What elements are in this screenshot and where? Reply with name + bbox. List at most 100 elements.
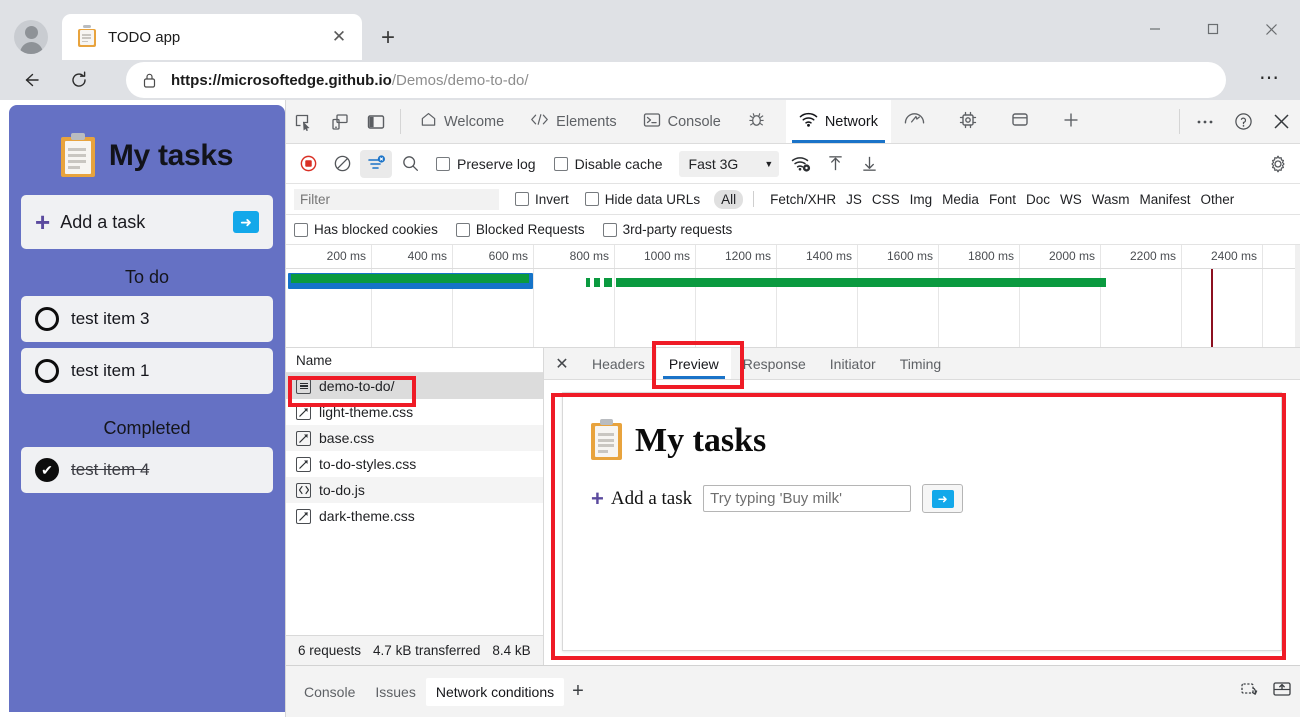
add-task-label: Add a task <box>60 211 146 232</box>
device-emulation-icon[interactable] <box>322 100 358 143</box>
tab-sources[interactable] <box>734 100 786 143</box>
drawer-tab-network-conditions[interactable]: Network conditions <box>425 677 565 706</box>
maximize-icon[interactable] <box>1184 0 1242 58</box>
checkbox-box[interactable] <box>515 192 529 206</box>
help-question-icon[interactable] <box>1224 100 1262 143</box>
gear-icon[interactable] <box>1262 150 1294 178</box>
resource-type-doc[interactable]: Doc <box>1026 192 1050 207</box>
back-icon[interactable] <box>14 63 48 97</box>
throttling-dropdown[interactable]: Fast 3G ▼ <box>678 150 780 177</box>
resource-type-ws[interactable]: WS <box>1060 192 1082 207</box>
checkbox-box[interactable] <box>602 222 617 237</box>
divider <box>753 191 755 207</box>
checkbox-checked-icon[interactable]: ✔ <box>35 458 59 482</box>
table-row[interactable]: base.css <box>286 425 543 451</box>
task-item[interactable]: test item 3 <box>21 296 273 342</box>
has-blocked-cookies-checkbox[interactable]: Has blocked cookies <box>294 222 438 237</box>
checkbox-box[interactable] <box>436 156 450 171</box>
inspect-icon[interactable] <box>286 100 322 143</box>
resource-type-css[interactable]: CSS <box>872 192 900 207</box>
dock-side-icon[interactable] <box>358 100 394 143</box>
preview-submit-button[interactable]: ➜ <box>922 484 964 513</box>
avatar-body <box>19 42 43 54</box>
browser-settings-dots-icon[interactable]: ⋯ <box>1259 68 1280 88</box>
import-har-icon[interactable] <box>819 150 851 178</box>
add-drawer-tab-plus-icon[interactable]: + <box>572 680 584 703</box>
more-tools-dots-icon[interactable] <box>1186 100 1224 143</box>
tab-timing[interactable]: Timing <box>888 348 954 379</box>
request-column-header[interactable]: Name <box>286 348 543 373</box>
table-row[interactable]: light-theme.css <box>286 399 543 425</box>
add-task-field[interactable]: + Add a task ➜ <box>21 195 273 249</box>
table-row[interactable]: to-do-styles.css <box>286 451 543 477</box>
dock-drawer-icon[interactable] <box>1272 680 1292 703</box>
browser-tab-todo-app[interactable]: TODO app ✕ <box>62 14 362 60</box>
tab-application[interactable] <box>945 100 998 143</box>
tab-response[interactable]: Response <box>731 348 818 379</box>
submit-arrow-icon[interactable]: ➜ <box>233 211 259 233</box>
checkbox-circle-icon[interactable] <box>35 307 59 331</box>
checkbox-box[interactable] <box>294 222 308 237</box>
tab-memory[interactable] <box>998 100 1049 143</box>
tick-label: 400 ms <box>407 249 447 263</box>
checkbox-box[interactable] <box>584 192 599 206</box>
tab-network[interactable]: Network <box>785 100 892 143</box>
network-conditions-icon[interactable] <box>785 150 817 178</box>
export-har-icon[interactable] <box>853 150 885 178</box>
task-item[interactable]: test item 1 <box>21 348 273 394</box>
record-stop-icon[interactable] <box>292 150 324 178</box>
disable-cache-checkbox[interactable]: Disable cache <box>546 156 671 172</box>
resource-type-img[interactable]: Img <box>910 192 933 207</box>
tab-preview[interactable]: Preview <box>656 348 731 379</box>
overview-scrollbar[interactable] <box>1295 245 1300 347</box>
tab-console[interactable]: Console <box>630 100 734 143</box>
tab-welcome[interactable]: Welcome <box>407 100 517 143</box>
invert-checkbox[interactable]: Invert <box>515 192 569 207</box>
resource-type-font[interactable]: Font <box>989 192 1016 207</box>
address-bar[interactable]: https://microsoftedge.github.io/Demos/de… <box>126 62 1226 98</box>
hide-data-urls-checkbox[interactable]: Hide data URLs <box>584 192 700 207</box>
close-icon[interactable]: ✕ <box>544 348 580 379</box>
preserve-log-checkbox[interactable]: Preserve log <box>428 156 544 172</box>
minimize-icon[interactable] <box>1126 0 1184 58</box>
close-icon[interactable]: ✕ <box>326 24 352 50</box>
search-icon[interactable] <box>394 150 426 178</box>
resource-type-fetch-xhr[interactable]: Fetch/XHR <box>770 192 836 207</box>
checkbox-box[interactable] <box>455 222 470 237</box>
close-window-icon[interactable] <box>1242 0 1300 58</box>
third-party-requests-checkbox[interactable]: 3rd-party requests <box>602 222 732 237</box>
restore-drawer-icon[interactable] <box>1240 680 1260 703</box>
filter-funnel-icon[interactable] <box>360 149 392 178</box>
task-item-completed[interactable]: ✔ test item 4 <box>21 447 273 493</box>
reload-icon[interactable] <box>62 63 96 97</box>
blocked-requests-checkbox[interactable]: Blocked Requests <box>455 222 585 237</box>
resource-type-js[interactable]: JS <box>846 192 862 207</box>
resource-type-media[interactable]: Media <box>942 192 979 207</box>
table-row[interactable]: dark-theme.css <box>286 503 543 529</box>
clear-network-icon[interactable] <box>326 150 358 178</box>
tab-elements[interactable]: Elements <box>517 100 629 143</box>
tab-initiator[interactable]: Initiator <box>818 348 888 379</box>
preview-add-task-row: + Add a task Try typing 'Buy milk' ➜ <box>563 460 1281 513</box>
resource-type-wasm[interactable]: Wasm <box>1092 192 1130 207</box>
drawer-tab-issues[interactable]: Issues <box>365 678 425 706</box>
drawer-tab-console[interactable]: Console <box>294 678 365 706</box>
resource-type-all[interactable]: All <box>714 189 744 209</box>
checkbox-circle-icon[interactable] <box>35 359 59 383</box>
filter-input[interactable] <box>294 188 499 210</box>
preview-task-input[interactable]: Try typing 'Buy milk' <box>703 485 912 512</box>
new-tab-button[interactable]: + <box>372 22 404 54</box>
table-row[interactable]: demo-to-do/ <box>286 373 543 399</box>
checkbox-box[interactable] <box>553 156 568 171</box>
table-row[interactable]: to-do.js <box>286 477 543 503</box>
network-overview-timeline[interactable]: 200 ms 400 ms 600 ms 800 ms 1000 ms 1200… <box>286 245 1300 348</box>
resource-type-other[interactable]: Other <box>1201 192 1235 207</box>
task-label: test item 3 <box>71 309 150 328</box>
add-panel-button[interactable] <box>1049 100 1093 143</box>
tab-performance[interactable] <box>891 100 945 143</box>
tab-headers[interactable]: Headers <box>580 348 657 379</box>
lock-icon <box>142 72 157 89</box>
resource-type-manifest[interactable]: Manifest <box>1139 192 1190 207</box>
profile-avatar[interactable] <box>14 20 48 54</box>
close-devtools-icon[interactable] <box>1262 100 1300 143</box>
